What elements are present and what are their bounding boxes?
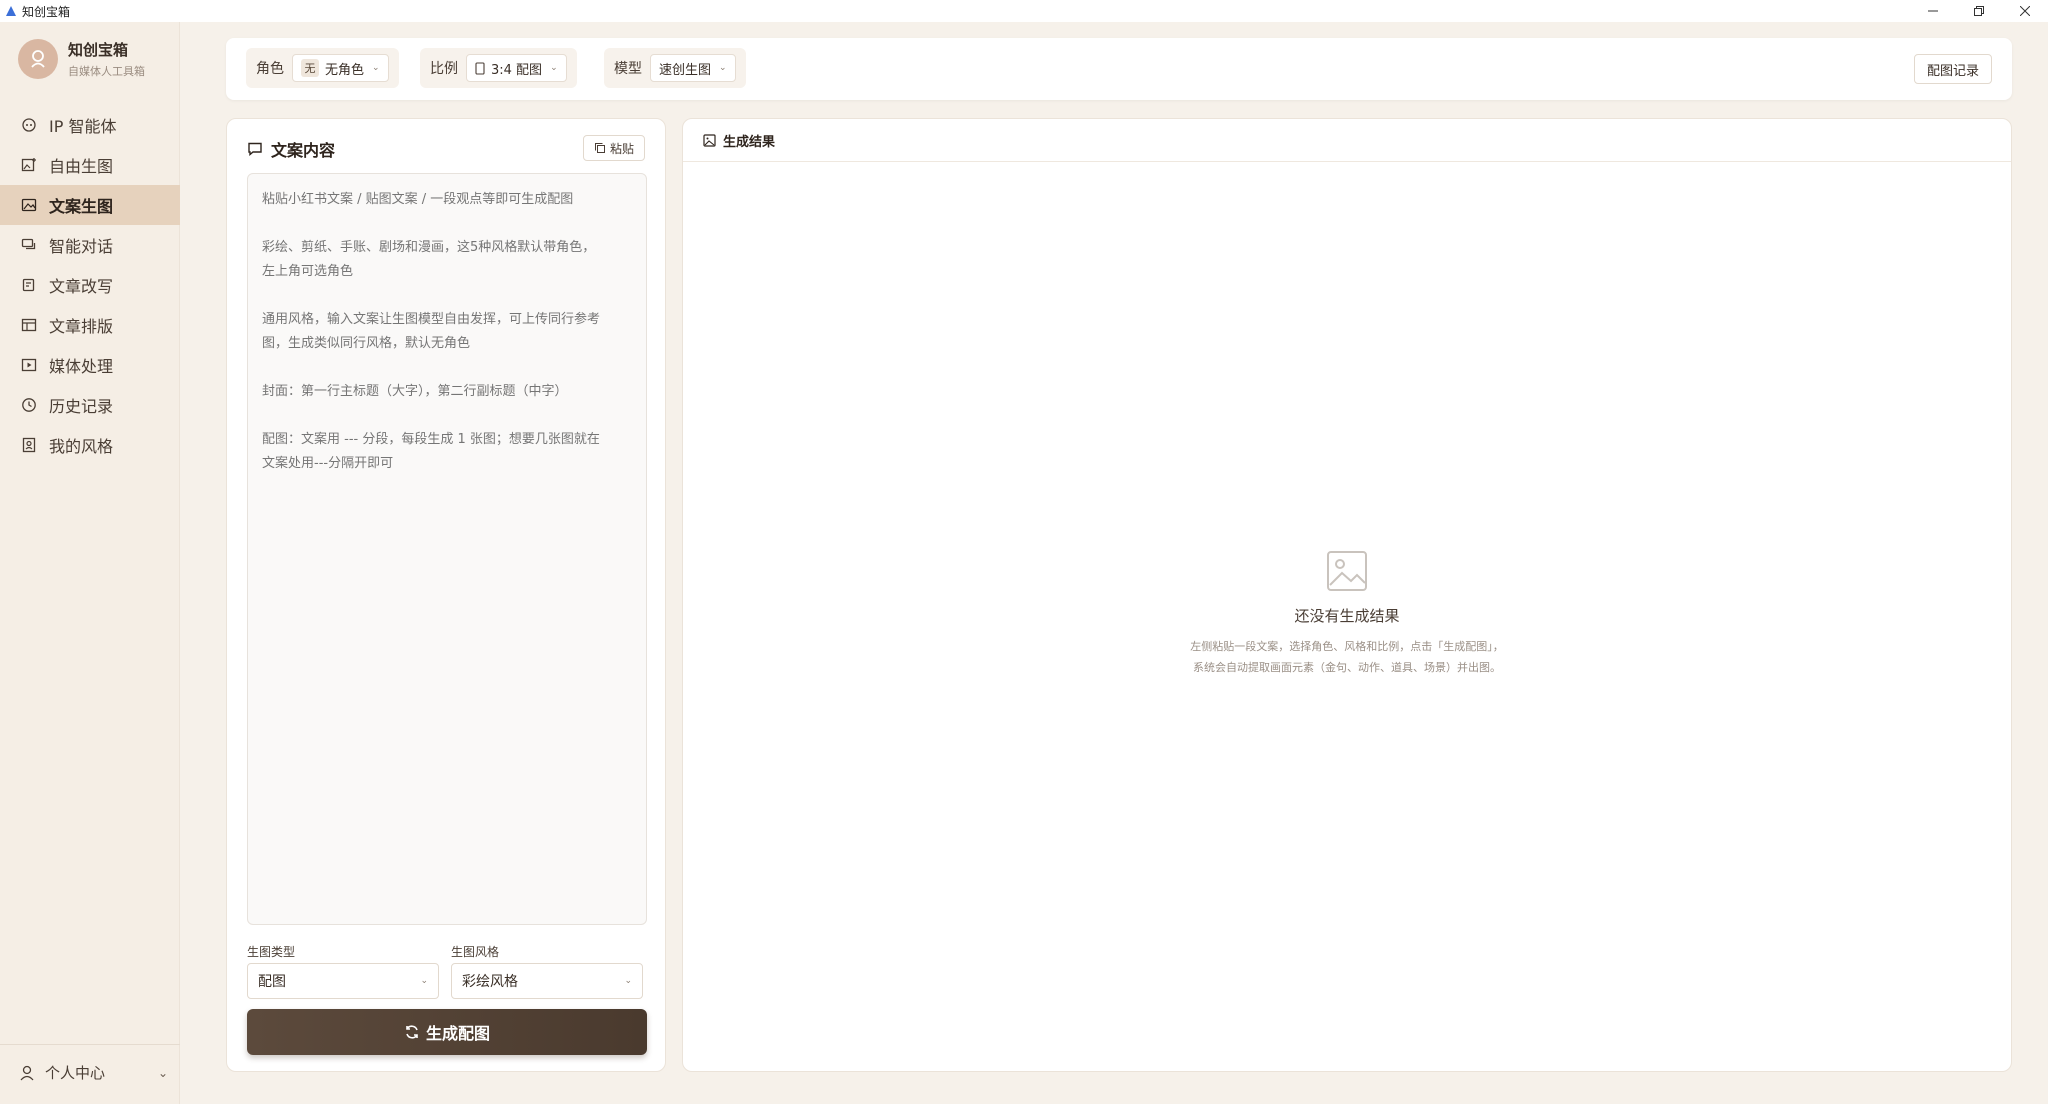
sidebar-item-free-image[interactable]: 自由生图 bbox=[0, 145, 180, 185]
sidebar-item-chat[interactable]: 智能对话 bbox=[0, 225, 180, 265]
close-icon bbox=[2020, 6, 2030, 16]
chevron-down-icon: ⌄ bbox=[719, 63, 727, 73]
sidebar-item-label: 文章排版 bbox=[49, 317, 114, 336]
avatar bbox=[18, 39, 58, 79]
brand-subtitle: 自媒体人工具箱 bbox=[68, 65, 145, 78]
portrait-ratio-icon bbox=[475, 61, 485, 75]
sidebar-item-my-style[interactable]: 我的风格 bbox=[0, 425, 180, 465]
model-value: 速创生图 bbox=[659, 62, 712, 78]
empty-desc-line: 系统会自动提取画面元素（金句、动作、道具、场景）并出图。 bbox=[1193, 661, 1501, 674]
brand-name: 知创宝箱 bbox=[68, 41, 129, 59]
chevron-down-icon: ⌄ bbox=[420, 976, 428, 986]
refresh-icon bbox=[406, 1025, 418, 1039]
sidebar-item-label: 文案生图 bbox=[49, 197, 114, 216]
window-controls bbox=[1910, 0, 2048, 22]
chevron-down-icon: ⌄ bbox=[624, 976, 632, 986]
sidebar-item-label: 自由生图 bbox=[49, 157, 114, 176]
sidebar-item-rewrite[interactable]: 文章改写 bbox=[0, 265, 180, 305]
panel-title: 文案内容 bbox=[247, 137, 335, 161]
empty-description: 左侧粘贴一段文案，选择角色、风格和比例，点击「生成配图」， 系统会自动提取画面元… bbox=[1190, 636, 1504, 678]
image-type-label: 生图类型 bbox=[247, 945, 296, 959]
user-icon bbox=[20, 1065, 34, 1080]
title-bar: 知创宝箱 bbox=[0, 0, 2048, 22]
profile-menu[interactable]: 个人中心 ⌄ bbox=[18, 1062, 168, 1083]
image-history-button[interactable]: 配图记录 bbox=[1913, 54, 1992, 84]
sidebar-item-label: 文章改写 bbox=[49, 277, 114, 296]
image-style-select[interactable]: 彩绘风格 ⌄ bbox=[451, 963, 643, 999]
chevron-down-icon: ⌄ bbox=[550, 63, 558, 73]
app-logo-icon bbox=[6, 6, 16, 16]
image-style-value: 彩绘风格 bbox=[462, 974, 518, 990]
copy-icon bbox=[594, 143, 605, 153]
media-icon bbox=[21, 358, 37, 372]
layout-icon bbox=[21, 318, 37, 332]
sidebar-item-label: 历史记录 bbox=[49, 397, 114, 416]
ratio-select[interactable]: 3:4 配图 ⌄ bbox=[466, 54, 567, 82]
role-badge: 无 bbox=[301, 59, 319, 77]
image-icon bbox=[21, 198, 37, 212]
window-title: 知创宝箱 bbox=[22, 4, 71, 19]
sidebar-item-media[interactable]: 媒体处理 bbox=[0, 345, 180, 385]
model-label: 模型 bbox=[614, 61, 642, 77]
ratio-value: 3:4 配图 bbox=[491, 62, 543, 78]
generate-button-label: 生成配图 bbox=[425, 1024, 490, 1043]
comment-icon bbox=[248, 142, 262, 156]
sidebar-item-label: 我的风格 bbox=[49, 437, 114, 456]
minimize-icon bbox=[1928, 10, 1938, 12]
restore-button[interactable] bbox=[1956, 0, 2002, 22]
result-title-text: 生成结果 bbox=[723, 135, 776, 150]
chat-icon bbox=[21, 238, 36, 250]
sidebar-item-layout[interactable]: 文章排版 bbox=[0, 305, 180, 345]
brand: 知创宝箱 自媒体人工具箱 bbox=[18, 39, 145, 79]
edit-doc-icon bbox=[22, 278, 35, 292]
empty-title: 还没有生成结果 bbox=[1294, 607, 1400, 625]
image-placeholder-icon bbox=[1327, 551, 1367, 591]
close-button[interactable] bbox=[2002, 0, 2048, 22]
role-select[interactable]: 无 无角色 ⌄ bbox=[292, 54, 389, 82]
panel-title-text: 文案内容 bbox=[271, 141, 336, 160]
generate-button[interactable]: 生成配图 bbox=[247, 1009, 647, 1055]
toolbar: 角色 无 无角色 ⌄ 比例 3:4 配图 ⌄ 模型 速创生图 ⌄ 配图记录 bbox=[226, 38, 2012, 100]
style-icon bbox=[22, 437, 36, 453]
sidebar-item-ip-agent[interactable]: IP 智能体 bbox=[0, 105, 180, 145]
sidebar-item-history[interactable]: 历史记录 bbox=[0, 385, 180, 425]
profile-label: 个人中心 bbox=[45, 1064, 106, 1082]
role-value: 无角色 bbox=[325, 62, 365, 78]
main-area: 角色 无 无角色 ⌄ 比例 3:4 配图 ⌄ 模型 速创生图 ⌄ 配图记录 文案… bbox=[190, 22, 2048, 1104]
image-icon bbox=[703, 134, 716, 147]
divider bbox=[683, 161, 2011, 162]
model-group: 模型 速创生图 ⌄ bbox=[604, 48, 746, 88]
image-type-value: 配图 bbox=[258, 974, 286, 990]
role-group: 角色 无 无角色 ⌄ bbox=[246, 48, 399, 88]
result-panel-title: 生成结果 bbox=[703, 131, 775, 150]
chevron-down-icon: ⌄ bbox=[157, 1065, 168, 1080]
ratio-group: 比例 3:4 配图 ⌄ bbox=[420, 48, 577, 88]
restore-icon bbox=[1974, 6, 1984, 16]
sidebar-item-label: 智能对话 bbox=[49, 237, 114, 256]
empty-desc-line: 左侧粘贴一段文案，选择角色、风格和比例，点击「生成配图」， bbox=[1190, 640, 1504, 653]
chevron-down-icon: ⌄ bbox=[372, 63, 380, 73]
model-select[interactable]: 速创生图 ⌄ bbox=[650, 54, 736, 82]
image-style-label: 生图风格 bbox=[451, 945, 500, 959]
role-label: 角色 bbox=[256, 61, 284, 77]
minimize-button[interactable] bbox=[1910, 0, 1956, 22]
ratio-label: 比例 bbox=[430, 61, 458, 77]
result-panel: 生成结果 还没有生成结果 左侧粘贴一段文案，选择角色、风格和比例，点击「生成配图… bbox=[682, 118, 2012, 1072]
empty-state: 还没有生成结果 左侧粘贴一段文案，选择角色、风格和比例，点击「生成配图」， 系统… bbox=[683, 549, 2011, 678]
sidebar-divider bbox=[0, 1044, 180, 1045]
sidebar-item-label: IP 智能体 bbox=[49, 117, 117, 136]
clock-icon bbox=[22, 398, 36, 412]
image-type-select[interactable]: 配图 ⌄ bbox=[247, 963, 439, 999]
sidebar-item-copy-image[interactable]: 文案生图 bbox=[0, 185, 180, 225]
copy-textarea[interactable] bbox=[247, 173, 647, 925]
brand-logo-icon bbox=[31, 50, 45, 68]
paste-button[interactable]: 粘贴 bbox=[582, 135, 645, 161]
sidebar-nav: IP 智能体 自由生图 文案生图 智能对话 文章改写 文章排版 媒体处理 历史记… bbox=[0, 105, 180, 465]
robot-icon bbox=[22, 118, 36, 132]
image-plus-icon bbox=[21, 158, 36, 172]
sidebar-item-label: 媒体处理 bbox=[49, 357, 114, 376]
sidebar: 知创宝箱 自媒体人工具箱 IP 智能体 自由生图 文案生图 智能对话 文章改写 … bbox=[0, 22, 180, 1104]
paste-button-label: 粘贴 bbox=[609, 141, 634, 156]
copy-input-panel: 文案内容 粘贴 生图类型 配图 ⌄ 生图风格 彩绘风格 ⌄ 生成配图 bbox=[226, 118, 666, 1072]
